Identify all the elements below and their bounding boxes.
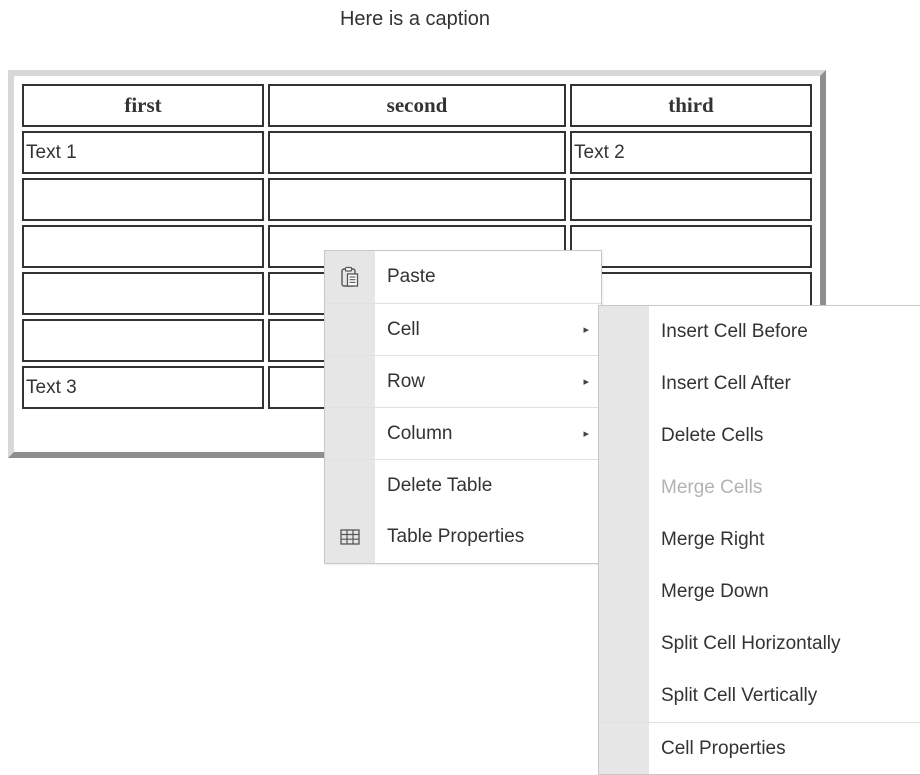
menu-item-merge-right[interactable]: Merge Right <box>599 514 920 566</box>
header-cell-first[interactable]: first <box>22 84 264 127</box>
menu-item-merge-down[interactable]: Merge Down <box>599 566 920 618</box>
table-header-row: first second third <box>22 84 812 127</box>
menu-item-merge-cells: Merge Cells <box>599 462 920 514</box>
table-icon <box>338 525 362 549</box>
menu-item-label: Delete Table <box>387 474 493 496</box>
table-cell[interactable] <box>22 319 264 362</box>
menu-item-column[interactable]: Column ▸ <box>325 407 601 459</box>
menu-item-label: Insert Cell After <box>661 373 791 394</box>
menu-item-table-properties[interactable]: Table Properties <box>325 511 601 563</box>
table-cell[interactable] <box>570 225 812 268</box>
menu-item-label: Split Cell Horizontally <box>661 633 841 654</box>
submenu-arrow-icon: ▸ <box>583 428 589 440</box>
table-cell[interactable]: Text 1 <box>22 131 264 174</box>
cell-submenu: Insert Cell Before Insert Cell After Del… <box>598 305 920 775</box>
table-caption: Here is a caption <box>339 8 491 30</box>
table-cell[interactable] <box>268 131 566 174</box>
menu-item-label: Merge Right <box>661 529 765 550</box>
table-cell[interactable]: Text 2 <box>570 131 812 174</box>
table-cell[interactable] <box>570 178 812 221</box>
menu-item-label: Cell <box>387 318 420 340</box>
menu-item-label: Split Cell Vertically <box>661 685 818 706</box>
paste-icon <box>338 265 362 289</box>
table-cell[interactable] <box>268 178 566 221</box>
menu-item-insert-cell-before[interactable]: Insert Cell Before <box>599 306 920 358</box>
table-row <box>22 178 812 221</box>
menu-item-label: Delete Cells <box>661 425 764 446</box>
menu-item-delete-table[interactable]: Delete Table <box>325 459 601 511</box>
menu-item-label: Row <box>387 370 426 392</box>
menu-item-cell-properties[interactable]: Cell Properties <box>599 722 920 774</box>
menu-item-label: Cell Properties <box>661 737 786 759</box>
menu-item-delete-cells[interactable]: Delete Cells <box>599 410 920 462</box>
menu-item-label: Merge Down <box>661 581 769 602</box>
menu-item-label: Table Properties <box>387 526 525 547</box>
header-cell-second[interactable]: second <box>268 84 566 127</box>
submenu-arrow-icon: ▸ <box>583 376 589 388</box>
menu-item-cell[interactable]: Cell ▸ <box>325 303 601 355</box>
table-row: Text 1 Text 2 <box>22 131 812 174</box>
menu-item-label: Paste <box>387 266 436 287</box>
table-cell[interactable] <box>22 225 264 268</box>
menu-item-label: Insert Cell Before <box>661 321 808 342</box>
menu-item-label: Merge Cells <box>661 477 763 498</box>
submenu-arrow-icon: ▸ <box>583 324 589 336</box>
table-cell[interactable]: Text 3 <box>22 366 264 409</box>
menu-item-split-cell-horizontally[interactable]: Split Cell Horizontally <box>599 618 920 670</box>
menu-item-insert-cell-after[interactable]: Insert Cell After <box>599 358 920 410</box>
header-cell-third[interactable]: third <box>570 84 812 127</box>
table-cell[interactable] <box>22 272 264 315</box>
menu-item-split-cell-vertically[interactable]: Split Cell Vertically <box>599 670 920 722</box>
menu-item-paste[interactable]: Paste <box>325 251 601 303</box>
table-cell[interactable] <box>22 178 264 221</box>
context-menu: Paste Cell ▸ Row ▸ Column ▸ Delete Table… <box>324 250 602 564</box>
menu-item-label: Column <box>387 422 453 444</box>
menu-item-row[interactable]: Row ▸ <box>325 355 601 407</box>
